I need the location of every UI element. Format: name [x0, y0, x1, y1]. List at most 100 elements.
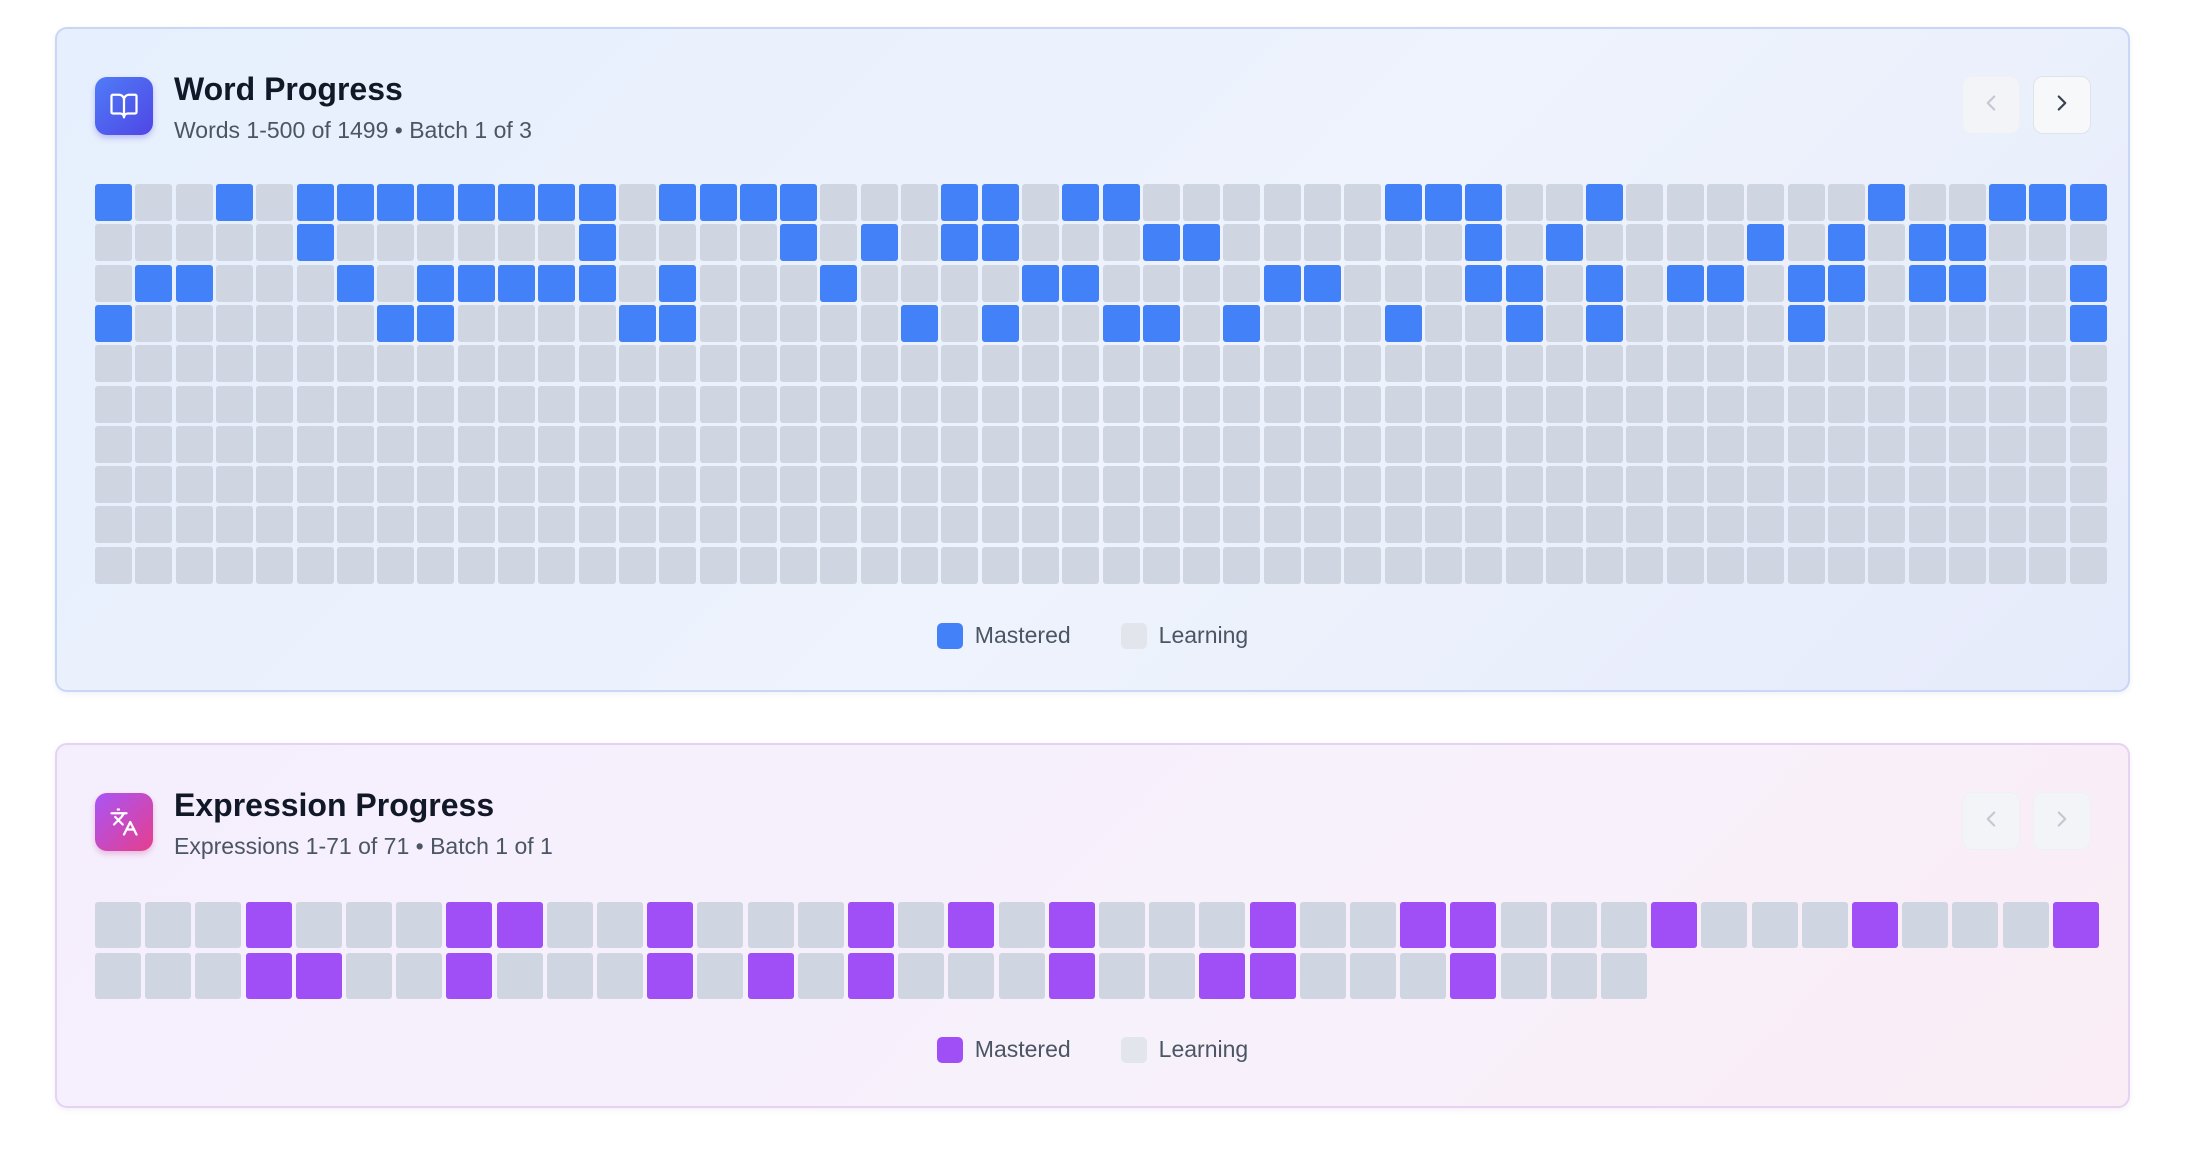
word-cell-learning[interactable] [820, 224, 858, 262]
expression-cell-learning[interactable] [346, 902, 392, 948]
word-cell-mastered[interactable] [1545, 224, 1583, 262]
word-cell-learning[interactable] [1787, 425, 1825, 463]
word-cell-learning[interactable] [175, 224, 213, 262]
word-cell-learning[interactable] [498, 224, 535, 262]
expression-cell-learning[interactable] [195, 953, 242, 999]
word-cell-mastered[interactable] [860, 224, 898, 262]
word-cell-learning[interactable] [1183, 184, 1221, 221]
expression-cell-learning[interactable] [597, 953, 643, 999]
word-cell-learning[interactable] [1384, 506, 1422, 544]
word-cell-learning[interactable] [457, 506, 495, 544]
word-cell-learning[interactable] [1465, 466, 1503, 504]
expression-cell-learning[interactable] [998, 953, 1045, 999]
word-cell-learning[interactable] [256, 304, 294, 342]
word-cell-learning[interactable] [578, 304, 616, 342]
word-cell-learning[interactable] [1384, 466, 1422, 504]
word-cell-learning[interactable] [1747, 304, 1785, 342]
word-cell-learning[interactable] [1142, 184, 1180, 221]
word-cell-mastered[interactable] [1304, 264, 1341, 302]
expression-cell-learning[interactable] [1550, 902, 1597, 948]
expression-cell-learning[interactable] [1099, 953, 1145, 999]
word-cell-learning[interactable] [1344, 466, 1382, 504]
word-cell-learning[interactable] [860, 184, 898, 221]
word-cell-learning[interactable] [336, 506, 374, 544]
word-cell-learning[interactable] [1787, 224, 1825, 262]
word-cell-learning[interactable] [1424, 304, 1462, 342]
word-cell-learning[interactable] [1183, 264, 1221, 302]
word-cell-learning[interactable] [1263, 345, 1301, 383]
word-cell-learning[interactable] [1505, 184, 1543, 221]
word-cell-mastered[interactable] [336, 184, 374, 221]
word-cell-learning[interactable] [1948, 425, 1986, 463]
word-cell-learning[interactable] [296, 466, 334, 504]
word-cell-learning[interactable] [498, 425, 535, 463]
word-cell-learning[interactable] [1304, 506, 1341, 544]
expression-cell-learning[interactable] [1199, 902, 1246, 948]
word-cell-learning[interactable] [578, 466, 616, 504]
expression-cell-learning[interactable] [1550, 953, 1597, 999]
expression-cell-mastered[interactable] [1249, 902, 1296, 948]
word-cell-learning[interactable] [860, 385, 898, 423]
word-cell-learning[interactable] [1586, 425, 1624, 463]
word-cell-learning[interactable] [1142, 466, 1180, 504]
word-cell-learning[interactable] [1304, 184, 1341, 221]
word-cell-learning[interactable] [1827, 506, 1865, 544]
word-cell-learning[interactable] [1223, 264, 1261, 302]
word-cell-learning[interactable] [739, 385, 777, 423]
word-cell-learning[interactable] [135, 546, 173, 584]
word-cell-learning[interactable] [2069, 546, 2107, 584]
word-cell-learning[interactable] [820, 304, 858, 342]
word-cell-mastered[interactable] [417, 264, 455, 302]
expression-next-batch-button[interactable] [2033, 792, 2091, 850]
expression-cell-learning[interactable] [2002, 902, 2049, 948]
word-cell-learning[interactable] [860, 264, 898, 302]
expression-cell-mastered[interactable] [1400, 902, 1447, 948]
word-cell-mastered[interactable] [1102, 184, 1140, 221]
word-cell-learning[interactable] [1908, 506, 1946, 544]
word-cell-learning[interactable] [538, 546, 576, 584]
word-cell-learning[interactable] [699, 224, 737, 262]
expression-cell-learning[interactable] [396, 953, 443, 999]
word-cell-learning[interactable] [1344, 506, 1382, 544]
word-cell-learning[interactable] [1424, 224, 1462, 262]
word-cell-learning[interactable] [336, 224, 374, 262]
word-cell-mastered[interactable] [941, 184, 979, 221]
word-cell-learning[interactable] [417, 224, 455, 262]
word-cell-mastered[interactable] [1989, 184, 2027, 221]
word-cell-learning[interactable] [901, 466, 938, 504]
word-cell-learning[interactable] [1586, 466, 1624, 504]
word-cell-learning[interactable] [780, 385, 818, 423]
word-cell-learning[interactable] [1062, 224, 1100, 262]
word-cell-learning[interactable] [1183, 304, 1221, 342]
word-cell-mastered[interactable] [1948, 224, 1986, 262]
word-cell-learning[interactable] [1989, 264, 2027, 302]
word-cell-learning[interactable] [1021, 184, 1059, 221]
word-prev-batch-button[interactable] [1962, 76, 2020, 134]
word-cell-learning[interactable] [1626, 304, 1664, 342]
word-cell-learning[interactable] [578, 385, 616, 423]
word-cell-learning[interactable] [1304, 546, 1341, 584]
word-cell-learning[interactable] [2069, 345, 2107, 383]
word-cell-learning[interactable] [2069, 224, 2107, 262]
word-cell-learning[interactable] [1707, 345, 1744, 383]
word-cell-learning[interactable] [1505, 506, 1543, 544]
expression-cell-learning[interactable] [1952, 902, 1999, 948]
word-cell-learning[interactable] [498, 506, 535, 544]
word-cell-learning[interactable] [860, 466, 898, 504]
word-cell-mastered[interactable] [1505, 264, 1543, 302]
word-cell-learning[interactable] [901, 385, 938, 423]
word-cell-learning[interactable] [1908, 385, 1946, 423]
word-cell-learning[interactable] [1344, 224, 1382, 262]
word-cell-learning[interactable] [618, 425, 656, 463]
word-cell-learning[interactable] [1666, 546, 1704, 584]
word-cell-mastered[interactable] [1142, 224, 1180, 262]
word-cell-learning[interactable] [1142, 345, 1180, 383]
word-cell-learning[interactable] [1304, 345, 1341, 383]
expression-cell-mastered[interactable] [1199, 953, 1246, 999]
word-cell-learning[interactable] [135, 385, 173, 423]
word-cell-learning[interactable] [1545, 506, 1583, 544]
word-cell-learning[interactable] [659, 506, 697, 544]
word-cell-learning[interactable] [1747, 385, 1785, 423]
word-cell-mastered[interactable] [2069, 184, 2107, 221]
word-cell-learning[interactable] [1021, 385, 1059, 423]
